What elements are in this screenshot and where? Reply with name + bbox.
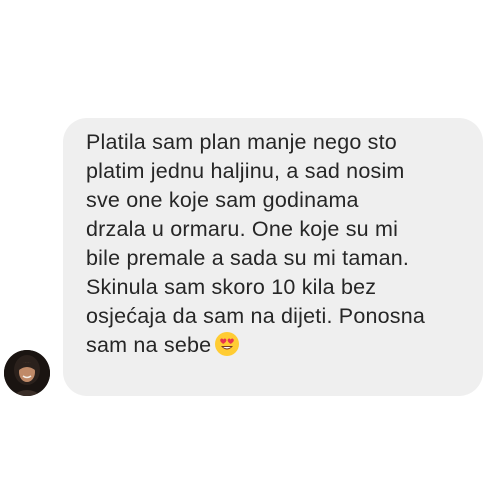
heart-eyes-emoji-icon bbox=[214, 331, 240, 357]
chat-thread: Platila sam plan manje nego sto platim j… bbox=[0, 0, 500, 500]
message-text: Platila sam plan manje nego sto platim j… bbox=[86, 130, 426, 357]
message-bubble[interactable]: Platila sam plan manje nego sto platim j… bbox=[63, 118, 483, 396]
avatar[interactable] bbox=[4, 350, 50, 396]
profile-photo-icon bbox=[4, 350, 50, 396]
